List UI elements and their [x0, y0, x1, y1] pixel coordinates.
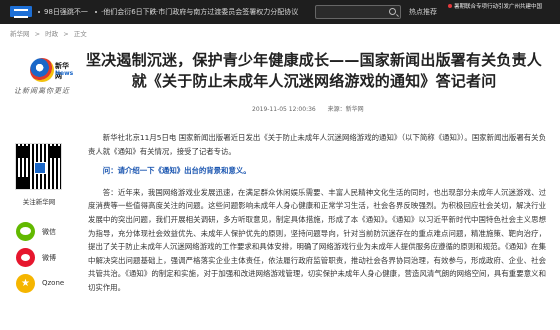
share-qzone-button[interactable]: ★ Qzone	[16, 274, 76, 294]
weibo-icon	[16, 248, 35, 267]
ticker-item[interactable]: ·他们会衍6日下跌	[95, 7, 157, 17]
article-question: 问：请介绍一下《通知》出台的背景和意义。	[102, 166, 251, 176]
breadcrumb-separator: >	[34, 30, 41, 38]
site-logo-icon[interactable]	[10, 6, 32, 18]
article-paragraph: 答：近年来，我国网络游戏业发展迅速，在满足群众休闲娱乐需要、丰富人民精神文化生活…	[88, 187, 546, 292]
article-date: 2019-11-05 12:00:36	[252, 106, 316, 113]
search-input[interactable]	[315, 5, 401, 19]
breadcrumb-current: 正文	[73, 30, 87, 38]
article-meta: 2019-11-05 12:00:36 来源：新华网	[252, 104, 374, 113]
hot-news-link[interactable]: 暑期联合专项行动引发广州共建中国	[448, 3, 558, 11]
share-wechat-button[interactable]: 微信	[16, 222, 76, 242]
wechat-icon	[16, 222, 35, 241]
qzone-icon: ★	[16, 274, 35, 293]
breadcrumb-section[interactable]: 时政	[45, 30, 58, 38]
article-title: 坚决遏制沉迷，保护青少年健康成长——国家新闻出版署有关负责人就《关于防止未成年人…	[85, 51, 542, 90]
brand-slogan: 让新闻离你更近	[14, 87, 70, 95]
ticker-item[interactable]: 98日强跳不一	[38, 7, 88, 17]
article-source: 来源：新华网	[327, 106, 364, 113]
breadcrumb: 新华网 > 时政 > 正文	[10, 28, 90, 38]
search-icon[interactable]	[389, 8, 396, 15]
breadcrumb-separator: >	[63, 30, 69, 38]
xinhua-logo[interactable]: 新华网 News	[30, 58, 73, 84]
ticker-item[interactable]: ·市门政府与南方过渡委员会签署权力分配协议	[150, 7, 298, 17]
hot-recommend-label[interactable]: 热点推荐	[409, 7, 437, 17]
article-paragraph: 新华社北京11月5日电 国家新闻出版署近日发出《关于防止未成年人沉迷网络游戏的通…	[88, 133, 546, 156]
article-body: 新华社北京11月5日电 国家新闻出版署近日发出《关于防止未成年人沉迷网络游戏的通…	[88, 131, 546, 301]
top-navigation-bar: 98日强跳不一 ·他们会衍6日下跌 ·市门政府与南方过渡委员会签署权力分配协议 …	[0, 0, 560, 24]
globe-icon	[30, 58, 54, 82]
breadcrumb-home[interactable]: 新华网	[10, 30, 30, 38]
qr-label: 关注新华网	[22, 198, 56, 206]
share-weibo-button[interactable]: 微博	[16, 248, 76, 268]
live-dot-icon	[448, 4, 452, 8]
qr-code	[15, 143, 62, 190]
